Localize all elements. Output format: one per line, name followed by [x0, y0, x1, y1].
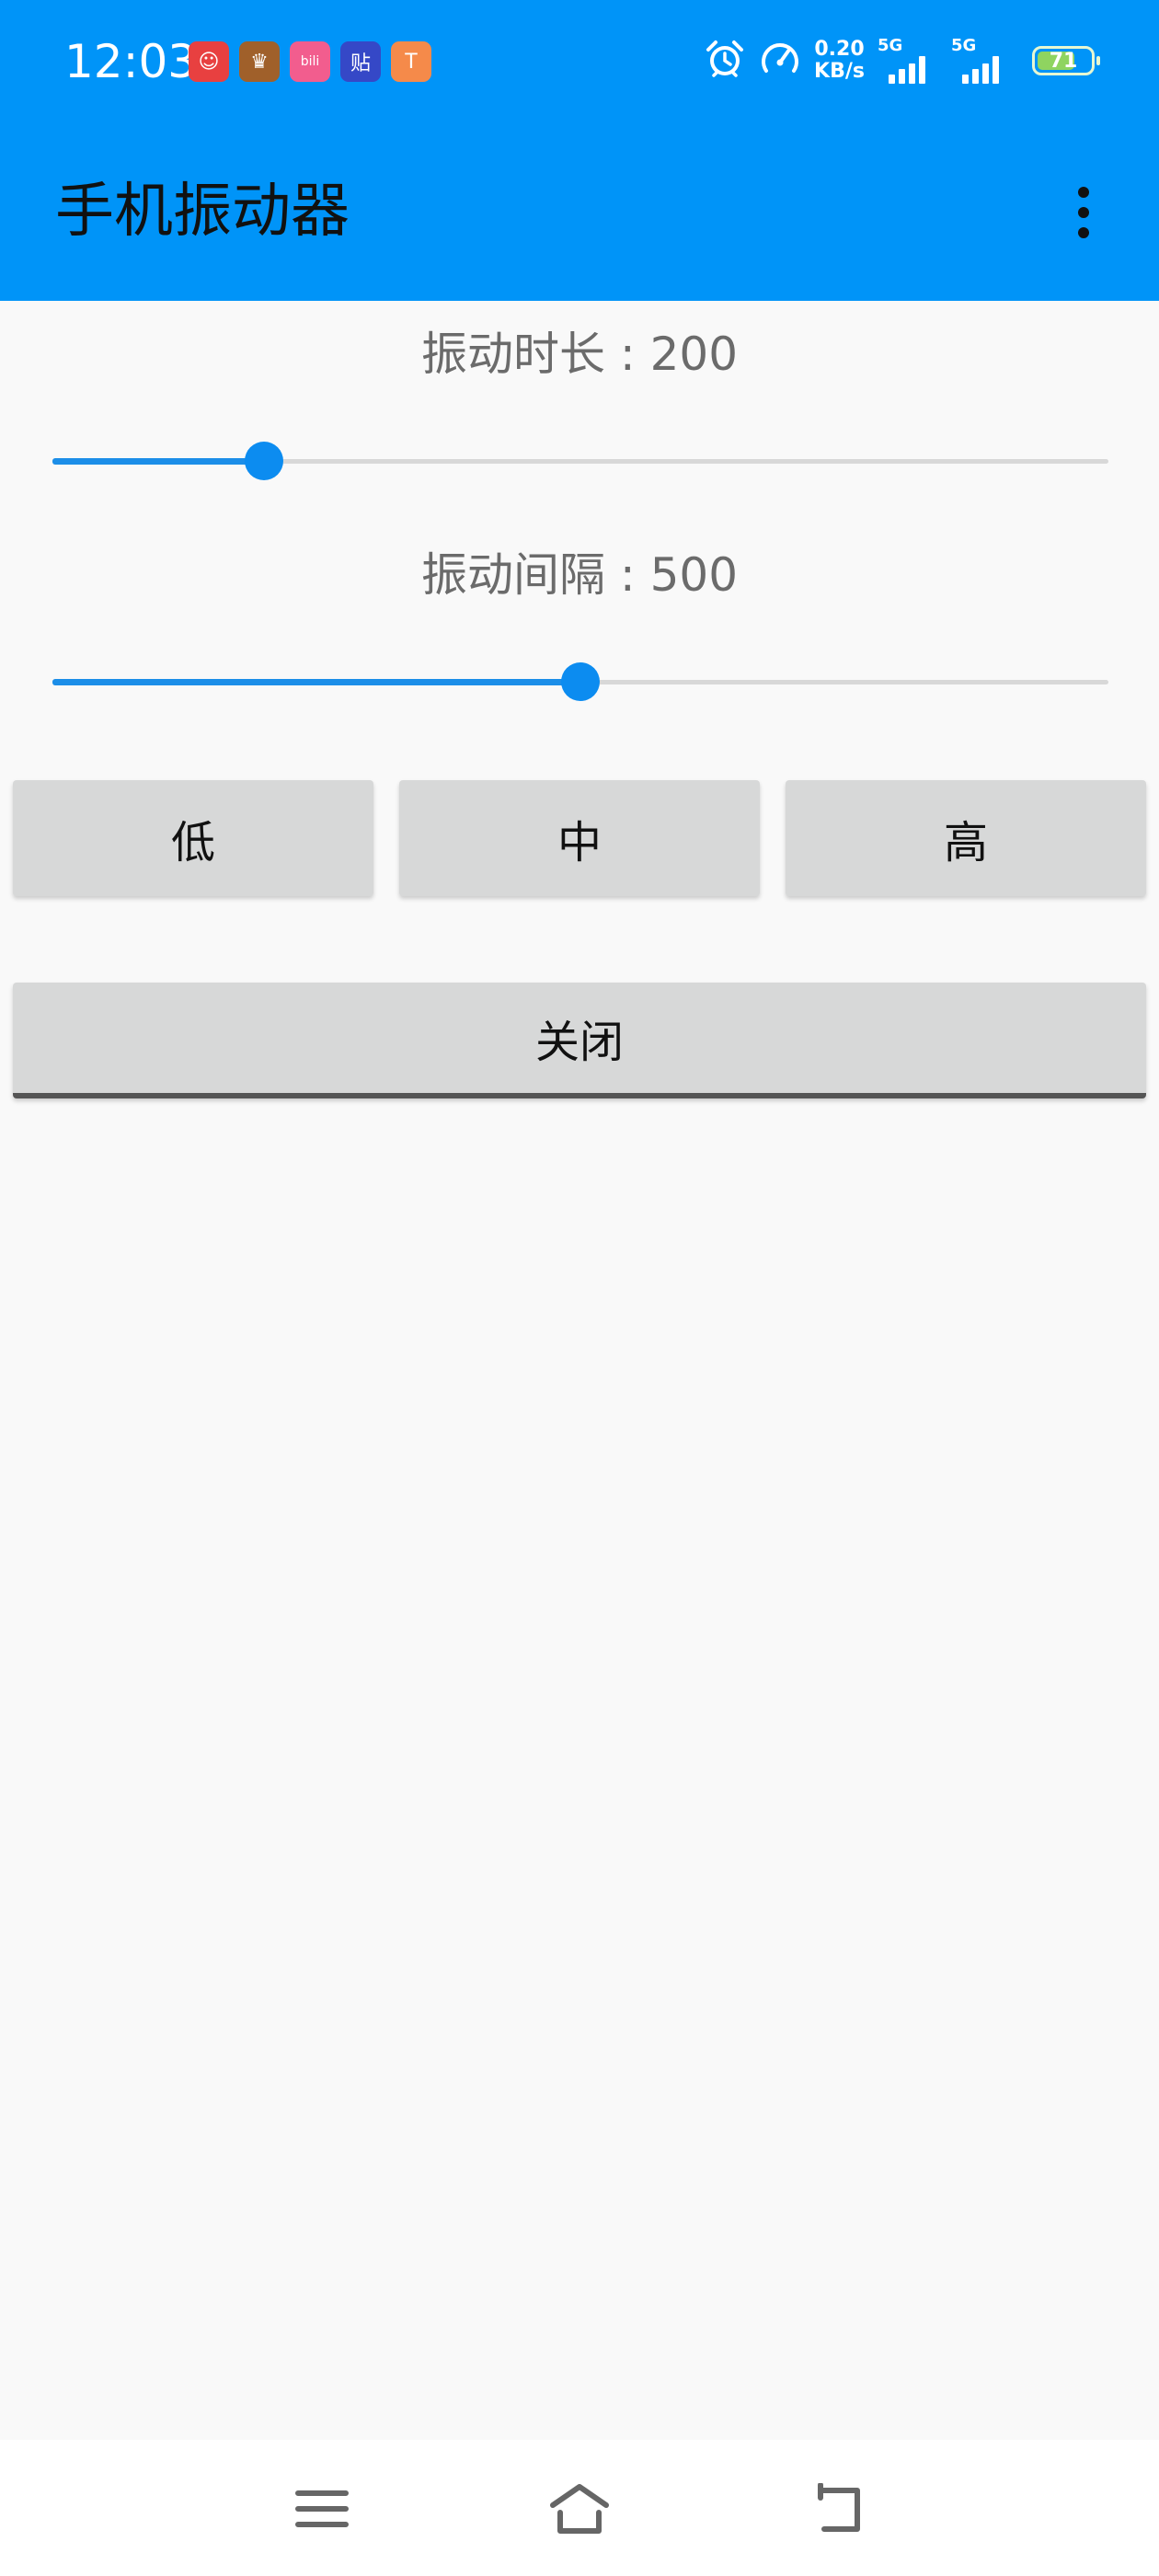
duration-slider[interactable]: [52, 433, 1108, 489]
more-options-icon[interactable]: [1063, 180, 1104, 245]
duration-label: 振动时长 : 200: [420, 328, 739, 381]
back-icon[interactable]: [800, 2477, 874, 2541]
close-button[interactable]: 关闭: [13, 983, 1146, 1098]
interval-label: 振动间隔 : 500: [420, 548, 739, 602]
slider-active-track: [52, 458, 264, 465]
signal-label: 5G: [878, 36, 903, 55]
slider-active-track: [52, 679, 580, 685]
signal-icon: 5G: [878, 36, 938, 84]
battery-icon: 71: [1032, 46, 1100, 75]
game-hero-app-icon: ♛: [239, 41, 280, 82]
interval-slider[interactable]: [52, 654, 1108, 709]
signal-label: 5G: [951, 36, 977, 55]
status-time: 12:03: [64, 35, 198, 88]
app-header: 12:03 ☺ ♛ bili 贴 T 0.20 KB/s 5G 5G 71 手机…: [0, 0, 1159, 301]
bilibili-app-icon: bili: [290, 41, 330, 82]
speedometer-icon: [759, 38, 801, 84]
high-button[interactable]: 高: [786, 780, 1146, 896]
network-speed-unit: KB/s: [814, 60, 865, 83]
navigation-bar: [0, 2440, 1159, 2576]
home-icon[interactable]: [543, 2477, 616, 2541]
slider-thumb[interactable]: [561, 662, 600, 701]
menu-icon[interactable]: [285, 2477, 359, 2541]
notification-icons: ☺ ♛ bili 贴 T: [189, 41, 431, 82]
low-button[interactable]: 低: [13, 780, 373, 896]
network-speed-value: 0.20: [814, 38, 865, 61]
orange-app-icon: T: [391, 41, 431, 82]
app-title: 手机振动器: [55, 178, 350, 246]
signal-icon: 5G: [951, 36, 1012, 84]
slider-thumb[interactable]: [245, 442, 283, 480]
status-indicators: 0.20 KB/s 5G 5G 71: [704, 33, 1100, 88]
alarm-icon: [704, 38, 746, 84]
tieba-app-icon: 贴: [340, 41, 381, 82]
clown-app-icon: ☺: [189, 41, 229, 82]
network-speed: 0.20 KB/s: [814, 39, 865, 83]
medium-button[interactable]: 中: [399, 780, 760, 896]
battery-level: 71: [1049, 49, 1078, 73]
